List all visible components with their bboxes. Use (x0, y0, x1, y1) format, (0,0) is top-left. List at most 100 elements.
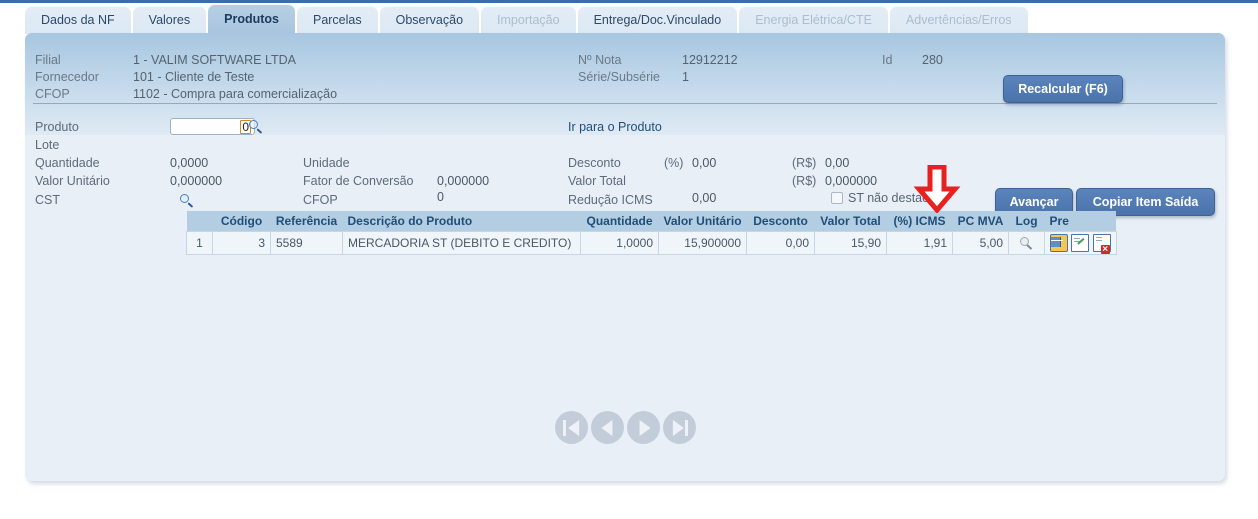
next-page-icon (639, 419, 651, 436)
tab-advertencias-erros: Advertências/Erros (889, 6, 1028, 34)
produto-label: Produto (35, 120, 79, 134)
next-page-button[interactable] (627, 411, 660, 444)
produtos-table: Código Referência Descrição do Produto Q… (186, 211, 1117, 255)
delete-icon[interactable] (1092, 234, 1111, 254)
ir-para-produto-link[interactable]: Ir para o Produto (568, 120, 662, 134)
cell-quantidade: 1,0000 (580, 231, 659, 255)
last-page-icon (672, 419, 684, 436)
numero-nota-value: 12912212 (682, 53, 738, 67)
tab-strip: Dados da NF Valores Produtos Parcelas Ob… (0, 0, 1258, 36)
previous-page-icon (600, 419, 612, 436)
cfop-field-label: CFOP (303, 193, 338, 207)
table-body: 1 3 5589 MERCADORIA ST (DEBITO E CREDITO… (186, 231, 1117, 255)
app-window: Dados da NF Valores Produtos Parcelas Ob… (0, 0, 1258, 519)
magnifier-disabled-icon (1019, 235, 1035, 251)
col-icms-percent[interactable]: (%) ICMS (886, 211, 953, 232)
tab-label: Importação (497, 13, 560, 27)
desconto-reais-unit: (R$) (792, 156, 817, 170)
numero-nota-label: Nº Nota (578, 53, 622, 67)
col-valor-total[interactable]: Valor Total (814, 211, 887, 232)
produto-search-icon[interactable] (249, 120, 263, 135)
cst-search-icon[interactable] (180, 194, 194, 209)
tab-valores[interactable]: Valores (132, 6, 207, 34)
table-row[interactable]: 1 3 5589 MERCADORIA ST (DEBITO E CREDITO… (186, 231, 1117, 255)
edit-icon[interactable] (1071, 234, 1090, 252)
quantidade-value: 0,0000 (170, 156, 209, 170)
tab-label: Advertências/Erros (905, 13, 1012, 27)
reducao-icms-label: Redução ICMS (568, 193, 653, 207)
col-codigo[interactable]: Código (212, 211, 271, 232)
pagination-controls (555, 411, 696, 444)
tab-label: Observação (395, 13, 464, 27)
cell-icms-percent: 1,91 (886, 231, 954, 255)
first-page-bar (563, 419, 566, 436)
lote-label: Lote (35, 138, 60, 152)
first-page-button[interactable] (555, 411, 588, 444)
col-pre: Pre (1044, 211, 1117, 232)
id-label: Id (882, 53, 893, 67)
col-desconto[interactable]: Desconto (746, 211, 815, 232)
filial-value: 1 - VALIM SOFTWARE LTDA (133, 53, 296, 67)
col-valor-unitario[interactable]: Valor Unitário (658, 211, 747, 232)
desconto-percent-value: 0,00 (692, 156, 717, 170)
grid-icon[interactable] (1050, 234, 1069, 252)
st-nao-destacado-label: ST não destac. (848, 191, 932, 205)
tab-importacao: Importação (481, 6, 576, 34)
cell-descricao: MERCADORIA ST (DEBITO E CREDITO) (342, 231, 581, 255)
cell-pre-icons (1044, 231, 1117, 255)
tab-label: Produtos (224, 12, 279, 26)
cfop-header-label: CFOP (35, 87, 70, 101)
cfop-field-value: 0 (437, 190, 444, 204)
valor-total-label: Valor Total (568, 174, 626, 188)
reducao-icms-value: 0,00 (692, 191, 717, 205)
id-value: 280 (922, 53, 943, 67)
col-rownum (186, 211, 213, 232)
cell-codigo: 3 (212, 231, 271, 255)
tab-label: Energia Elétrica/CTE (755, 13, 872, 27)
cell-valor-total: 15,90 (814, 231, 888, 255)
cfop-header-value: 1102 - Compra para comercialização (133, 87, 338, 101)
valor-unitario-label: Valor Unitário (35, 174, 110, 188)
cell-log-icon (1008, 231, 1046, 255)
table-head: Código Referência Descrição do Produto Q… (186, 211, 1117, 232)
valor-total-reais-unit: (R$) (792, 174, 817, 188)
tab-observacao[interactable]: Observação (379, 6, 480, 34)
tab-entrega-doc-vinculado[interactable]: Entrega/Doc.Vinculado (577, 6, 738, 34)
tab-label: Parcelas (312, 13, 362, 27)
col-descricao-produto[interactable]: Descrição do Produto (342, 211, 581, 232)
col-pc-mva[interactable]: PC MVA (952, 211, 1009, 232)
header-separator (33, 103, 1217, 104)
desconto-percent-unit: (%) (664, 156, 684, 170)
cell-valor-unitario: 15,900000 (657, 231, 748, 255)
serie-subserie-label: Série/Subsérie (578, 70, 660, 84)
tab-dados-da-nf[interactable]: Dados da NF (25, 6, 131, 34)
fornecedor-label: Fornecedor (35, 70, 99, 84)
filial-label: Filial (35, 53, 61, 67)
tab-label: Entrega/Doc.Vinculado (593, 13, 722, 27)
last-page-bar (685, 419, 688, 436)
serie-subserie-value: 1 (682, 70, 689, 84)
cell-pc-mva: 5,00 (952, 231, 1010, 255)
last-page-button[interactable] (663, 411, 696, 444)
tab-strip-topline (0, 0, 1258, 3)
tab-energia-eletrica-cte: Energia Elétrica/CTE (739, 6, 888, 34)
fornecedor-value: 101 - Cliente de Teste (133, 70, 255, 84)
cell-rownum: 1 (186, 231, 213, 255)
cell-desconto: 0,00 (746, 231, 816, 255)
tab-produtos[interactable]: Produtos (208, 4, 295, 34)
tab-parcelas[interactable]: Parcelas (296, 6, 378, 34)
col-log: Log (1008, 211, 1045, 232)
fator-conversao-value: 0,000000 (437, 174, 490, 188)
desconto-reais-value: 0,00 (825, 156, 850, 170)
cell-referencia: 5589 (270, 231, 343, 255)
col-quantidade[interactable]: Quantidade (580, 211, 659, 232)
previous-page-button[interactable] (591, 411, 624, 444)
tab-label: Valores (148, 13, 191, 27)
st-nao-destacado-checkbox[interactable] (831, 192, 843, 204)
cst-label: CST (35, 193, 60, 207)
tab-label: Dados da NF (41, 13, 115, 27)
recalcular-button[interactable]: Recalcular (F6) (1003, 75, 1123, 103)
produto-input[interactable]: 0 (170, 118, 255, 135)
col-referencia[interactable]: Referência (270, 211, 343, 232)
produtos-grid: Código Referência Descrição do Produto Q… (186, 211, 1117, 255)
